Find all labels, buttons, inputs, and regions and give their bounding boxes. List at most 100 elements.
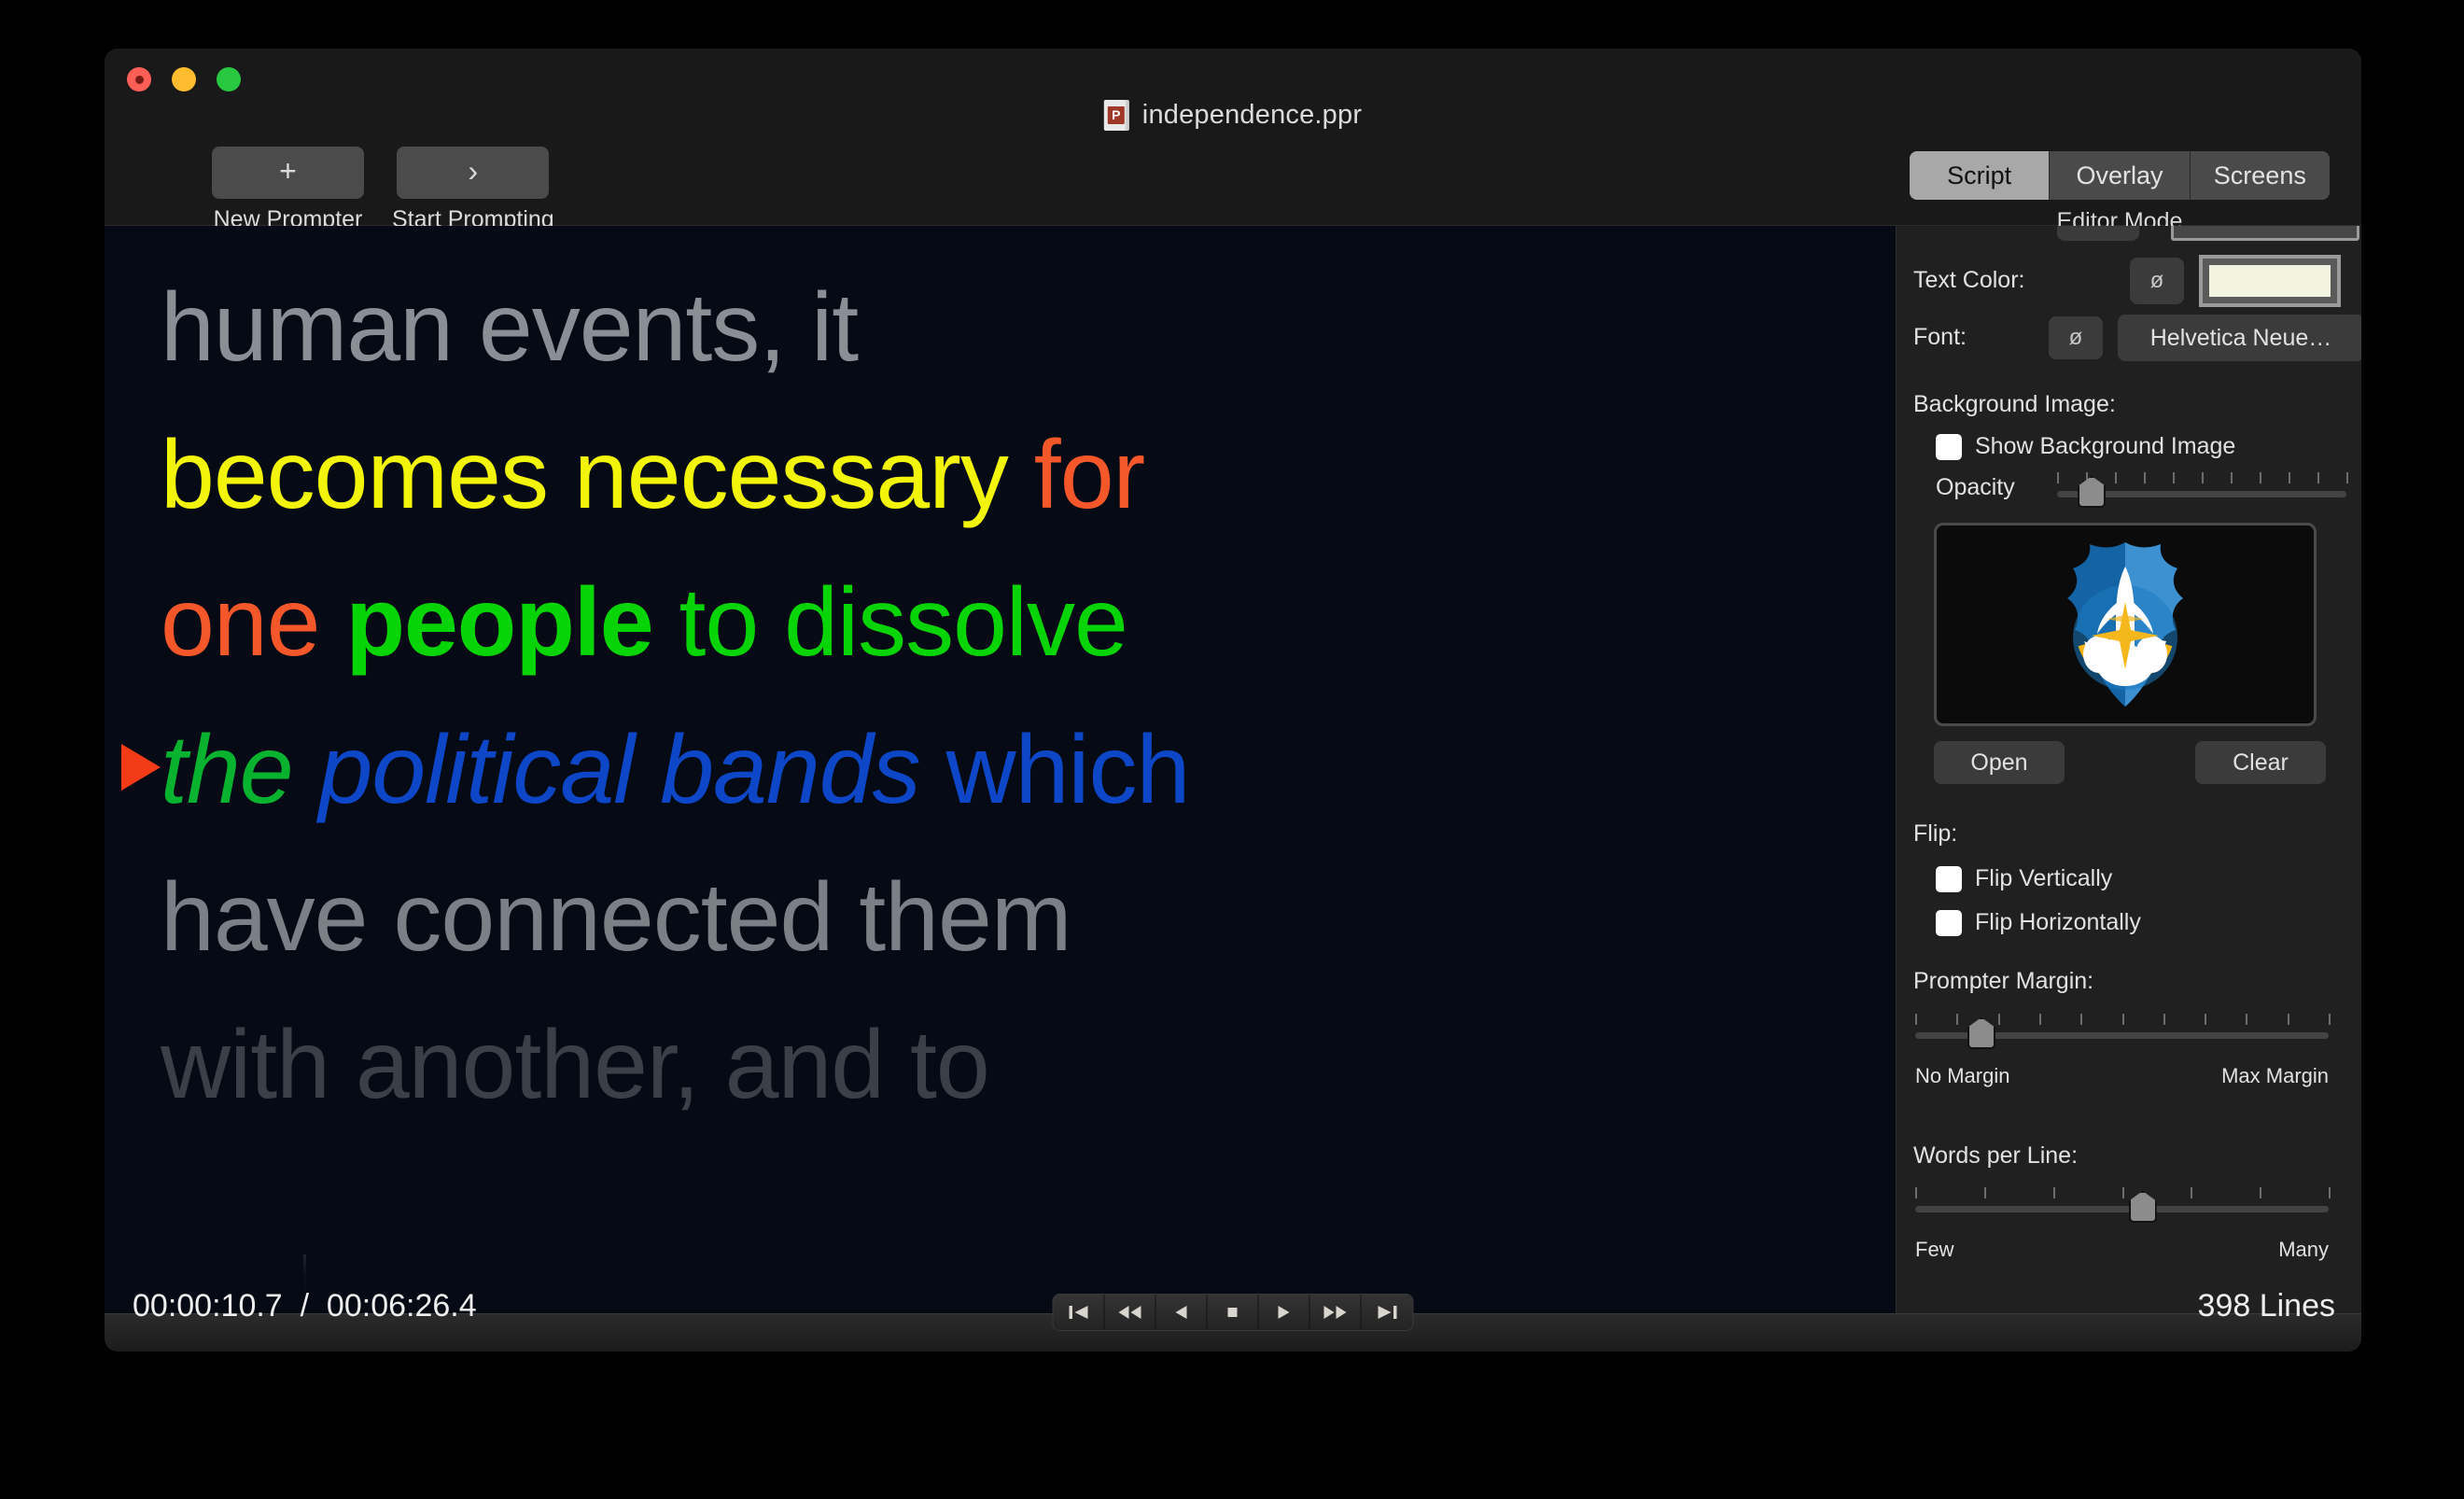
text-color-swatch-fill (2209, 265, 2331, 297)
rewind-icon[interactable] (1104, 1295, 1156, 1330)
script-word (320, 568, 346, 677)
opacity-label: Opacity (1936, 474, 2015, 500)
open-background-image-button[interactable]: Open (1934, 741, 2065, 784)
show-background-image-checkbox[interactable] (1936, 433, 1962, 460)
slider-tick (2115, 472, 2117, 483)
script-word (293, 716, 319, 824)
slider-tick (1915, 1187, 1917, 1198)
lines-count-label: 398 Lines (2197, 1288, 2335, 1324)
slider-tick (2052, 1187, 2055, 1198)
font-null-button[interactable]: ø (2049, 316, 2103, 359)
script-word: the (161, 716, 294, 824)
background-image-title: Background Image: (1913, 391, 2116, 417)
slider-tick (2329, 1014, 2331, 1025)
script-word: political bands (318, 716, 920, 824)
start-prompting-button[interactable]: › (397, 147, 550, 199)
flip-vertically-label: Flip Vertically (1975, 865, 2113, 891)
tab-screens[interactable]: Screens (2191, 151, 2330, 200)
script-text[interactable]: human events, it becomes necessary for one… (161, 254, 1896, 1139)
script-line[interactable]: have connected them (161, 844, 1896, 991)
new-prompter-group: + New Prompter (212, 147, 364, 233)
clear-background-image-button[interactable]: Clear (2195, 741, 2326, 784)
slider-tick (2057, 472, 2059, 483)
minimize-window-button[interactable] (172, 67, 196, 91)
show-background-image-row[interactable]: Show Background Image (1936, 433, 2235, 460)
slider-tick (2287, 1014, 2289, 1025)
flip-vertically-row[interactable]: Flip Vertically (1936, 865, 2112, 892)
editor-mode-segmented-control[interactable]: Script Overlay Screens (1910, 151, 2330, 200)
flip-horizontally-checkbox[interactable] (1936, 909, 1962, 936)
slider-tick (2231, 472, 2233, 483)
slider-tick (2121, 1187, 2124, 1198)
text-color-swatch[interactable] (2199, 255, 2341, 307)
close-window-button[interactable] (127, 67, 151, 91)
prompter-margin-slider[interactable] (1915, 1010, 2331, 1049)
words-per-line-slider-track[interactable] (1915, 1206, 2329, 1212)
maximize-window-button[interactable] (217, 67, 241, 91)
script-line[interactable]: becomes necessary for (161, 401, 1896, 549)
script-word: one (161, 568, 321, 677)
slider-tick (2260, 472, 2261, 483)
background-image-preview[interactable] (1934, 523, 2317, 726)
slider-tick (2163, 1014, 2165, 1025)
words-per-line-slider[interactable] (1915, 1184, 2331, 1223)
slider-tick (2080, 1014, 2083, 1025)
status-bar: 00:00:10.7 / 00:06:26.4 398 Lines (105, 1288, 2361, 1352)
slider-tick (1956, 1014, 1959, 1025)
cue-marker-icon (121, 744, 161, 791)
prompter-canvas[interactable]: human events, it becomes necessary for one… (105, 226, 1896, 1313)
clipped-color-swatch[interactable] (2171, 226, 2359, 241)
show-background-image-label: Show Background Image (1975, 433, 2236, 459)
prompter-margin-title: Prompter Margin: (1913, 968, 2094, 994)
start-prompting-group: › Start Prompting (392, 147, 554, 233)
plus-icon: + (279, 154, 297, 188)
flip-vertically-checkbox[interactable] (1936, 865, 1962, 892)
script-line[interactable]: the political bands which (161, 696, 1896, 844)
skip-to-end-icon[interactable] (1361, 1295, 1413, 1330)
window-title: independence.ppr (1141, 100, 1363, 130)
slider-tick (2246, 1014, 2248, 1025)
skip-to-start-icon[interactable] (1053, 1295, 1105, 1330)
opacity-slider[interactable] (2057, 469, 2348, 508)
font-label: Font: (1913, 324, 1967, 350)
timecode-display: 00:00:10.7 / 00:06:26.4 (133, 1288, 477, 1324)
slider-tick (2346, 472, 2348, 483)
app-window: independence.ppr + New Prompter › Start … (105, 49, 2361, 1352)
clipped-null-button[interactable] (2057, 226, 2139, 241)
script-word (1008, 421, 1034, 529)
flip-horizontally-row[interactable]: Flip Horizontally (1936, 909, 2141, 936)
stop-icon[interactable] (1207, 1295, 1259, 1330)
clipped-settings-row (1897, 226, 2361, 246)
script-word (920, 716, 946, 824)
slider-tick (1983, 1187, 1986, 1198)
space-shuttle-shield-emblem-icon (2067, 542, 2183, 707)
script-line[interactable]: human events, it (161, 254, 1896, 401)
script-word: have connected them (161, 863, 1071, 972)
words-per-line-max-label: Many (2278, 1238, 2329, 1261)
words-per-line-title: Words per Line: (1913, 1142, 2079, 1169)
script-word: to dissolve (652, 568, 1127, 677)
script-word: with another, and to (161, 1011, 990, 1119)
presentation-file-icon (1103, 100, 1129, 131)
slider-tick (2191, 1187, 2193, 1198)
play-reverse-icon[interactable] (1155, 1295, 1208, 1330)
tab-overlay[interactable]: Overlay (2050, 151, 2191, 200)
editor-mode-group: Script Overlay Screens Editor Mode (1910, 151, 2330, 235)
slider-tick (1997, 1014, 2000, 1025)
window-controls (127, 67, 241, 91)
script-line[interactable]: one people to dissolve (161, 549, 1896, 696)
font-picker-button[interactable]: Helvetica Neue… (2118, 315, 2361, 361)
fast-forward-icon[interactable] (1309, 1295, 1362, 1330)
slider-tick (2144, 472, 2146, 483)
slider-tick (1915, 1014, 1917, 1025)
tab-script[interactable]: Script (1910, 151, 2051, 200)
new-prompter-button[interactable]: + (212, 147, 364, 199)
play-icon[interactable] (1258, 1295, 1310, 1330)
text-color-label: Text Color: (1913, 267, 2025, 293)
script-line[interactable]: with another, and to (161, 991, 1896, 1139)
window-title-group: independence.ppr (1103, 100, 1363, 131)
words-per-line-min-label: Few (1915, 1238, 1954, 1261)
slider-tick (2202, 472, 2204, 483)
opacity-slider-ticks (2057, 472, 2348, 483)
text-color-null-button[interactable]: ø (2130, 258, 2184, 304)
